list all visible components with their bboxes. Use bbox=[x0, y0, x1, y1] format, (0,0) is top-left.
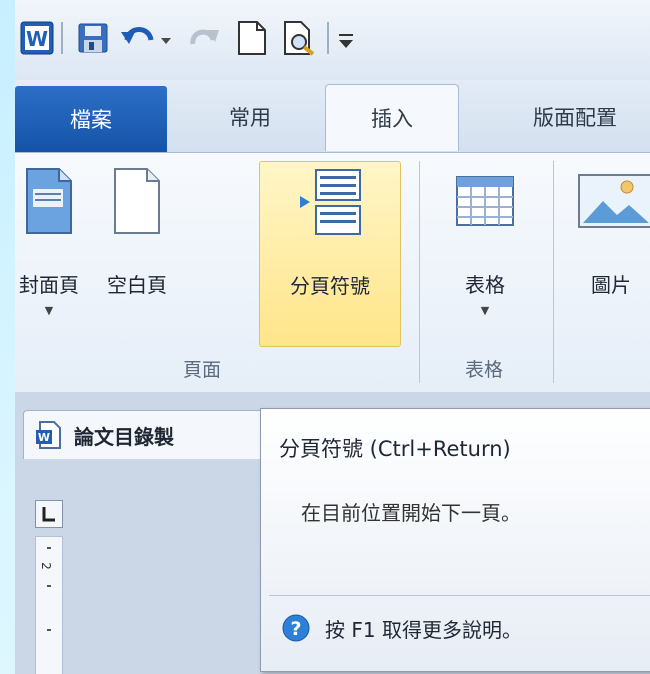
screentip-description: 在目前位置開始下一頁。 bbox=[301, 501, 521, 525]
tab-home[interactable]: 常用 bbox=[185, 84, 315, 150]
table-label: 表格 bbox=[465, 273, 505, 297]
screentip-page-break: 分頁符號 (Ctrl+Return) 在目前位置開始下一頁。 ? 按 F1 取得… bbox=[260, 408, 650, 672]
blank-page-icon bbox=[111, 161, 163, 241]
cover-page-button[interactable]: 封面頁 ▼ bbox=[15, 161, 83, 345]
screentip-title: 分頁符號 (Ctrl+Return) bbox=[279, 437, 511, 461]
blank-page-label: 空白頁 bbox=[107, 273, 167, 297]
chevron-down-icon: ▼ bbox=[44, 304, 54, 317]
vertical-ruler[interactable]: 2 bbox=[35, 536, 63, 674]
cover-page-label: 封面頁 bbox=[19, 273, 79, 297]
quick-access-toolbar: W bbox=[15, 0, 650, 80]
tab-file[interactable]: 檔案 bbox=[15, 86, 167, 152]
group-separator bbox=[419, 161, 420, 383]
new-document-icon[interactable] bbox=[233, 18, 269, 58]
svg-text:W: W bbox=[38, 431, 50, 444]
page-break-icon bbox=[294, 162, 366, 242]
screentip-help-text: 按 F1 取得更多說明。 bbox=[325, 617, 522, 642]
svg-text:W: W bbox=[26, 27, 48, 51]
page-break-label: 分頁符號 bbox=[290, 274, 370, 298]
picture-icon bbox=[571, 161, 650, 241]
qat-separator bbox=[61, 22, 63, 54]
ribbon-insert-panel: 封面頁 ▼ 空白頁 分頁符號 頁面 表格 ▼ 表格 圖片 bbox=[15, 152, 650, 393]
save-icon[interactable] bbox=[75, 18, 111, 58]
group-separator bbox=[553, 161, 554, 383]
customize-qat-icon[interactable] bbox=[335, 18, 359, 58]
word-app-icon[interactable]: W bbox=[19, 18, 55, 58]
print-preview-icon[interactable] bbox=[279, 18, 319, 58]
word-window: W 檔案 常用 插入 版面配置 封面頁 ▼ 空白頁 分頁符號 頁面 表格 ▼ 表… bbox=[15, 0, 650, 674]
undo-icon[interactable] bbox=[119, 18, 175, 58]
group-label-table: 表格 bbox=[465, 359, 504, 381]
table-button[interactable]: 表格 ▼ bbox=[433, 161, 537, 345]
document-tab-title: 論文目錄製 bbox=[74, 424, 174, 449]
screentip-divider bbox=[269, 595, 650, 596]
blank-page-button[interactable]: 空白頁 bbox=[87, 161, 187, 345]
table-icon bbox=[453, 161, 517, 241]
chevron-down-icon: ▼ bbox=[480, 304, 490, 317]
tab-insert[interactable]: 插入 bbox=[325, 84, 459, 151]
tab-selector-button[interactable] bbox=[35, 500, 63, 528]
svg-text:?: ? bbox=[290, 618, 301, 640]
qat-separator bbox=[327, 22, 329, 54]
picture-button[interactable]: 圖片 bbox=[571, 161, 650, 345]
help-icon: ? bbox=[281, 613, 311, 643]
page-break-button[interactable]: 分頁符號 bbox=[259, 161, 401, 347]
word-document-icon: W bbox=[34, 420, 64, 450]
ruler-number: 2 bbox=[38, 562, 53, 570]
screentip-help: ? 按 F1 取得更多說明。 bbox=[281, 613, 522, 643]
picture-label: 圖片 bbox=[591, 273, 631, 297]
ribbon-tabs: 檔案 常用 插入 版面配置 bbox=[15, 80, 650, 152]
cover-page-icon bbox=[23, 161, 75, 241]
redo-icon[interactable] bbox=[185, 18, 221, 58]
tab-page-layout[interactable]: 版面配置 bbox=[485, 84, 650, 150]
group-label-pages: 頁面 bbox=[183, 359, 222, 381]
